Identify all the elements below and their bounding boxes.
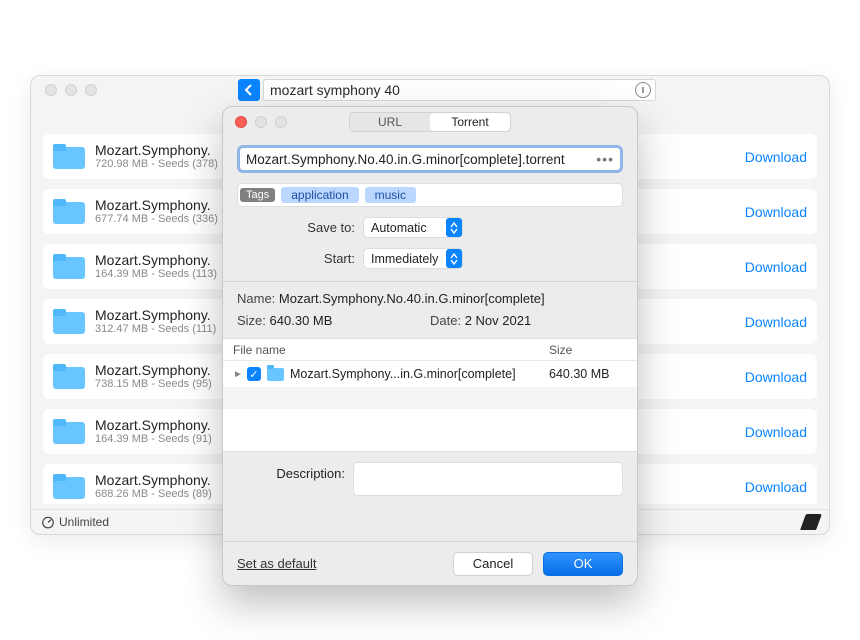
tag-chip[interactable]: application bbox=[281, 187, 358, 203]
download-link[interactable]: Download bbox=[745, 314, 807, 330]
folder-icon bbox=[53, 474, 85, 500]
files-header: File name Size bbox=[223, 339, 637, 361]
start-label: Start: bbox=[237, 251, 355, 266]
source-field[interactable]: Mozart.Symphony.No.40.in.G.minor[complet… bbox=[237, 145, 623, 173]
folder-icon bbox=[53, 144, 85, 170]
traffic-min[interactable] bbox=[65, 84, 77, 96]
description-field[interactable] bbox=[353, 462, 623, 496]
size-value: 640.30 MB bbox=[270, 313, 333, 328]
speed-limit[interactable]: Unlimited bbox=[41, 515, 109, 529]
traffic-max[interactable] bbox=[85, 84, 97, 96]
folder-icon bbox=[53, 309, 85, 335]
ok-button[interactable]: OK bbox=[543, 552, 623, 576]
date-value: 2 Nov 2021 bbox=[465, 313, 532, 328]
tab-torrent[interactable]: Torrent bbox=[430, 113, 510, 131]
folder-icon bbox=[53, 199, 85, 225]
file-checkbox[interactable]: ✓ bbox=[247, 367, 261, 381]
name-label: Name: bbox=[237, 291, 275, 306]
sheet-footer: Set as default Cancel OK bbox=[223, 541, 637, 585]
tag-chip[interactable]: music bbox=[365, 187, 416, 203]
folder-icon bbox=[53, 419, 85, 445]
source-value: Mozart.Symphony.No.40.in.G.minor[complet… bbox=[246, 152, 565, 167]
size-label: Size: bbox=[237, 313, 266, 328]
set-default-link[interactable]: Set as default bbox=[237, 556, 317, 571]
source-tabs[interactable]: URL Torrent bbox=[349, 112, 511, 132]
download-link[interactable]: Download bbox=[745, 479, 807, 495]
col-size[interactable]: Size bbox=[549, 343, 637, 357]
file-name: Mozart.Symphony...in.G.minor[complete] bbox=[290, 367, 516, 381]
eraser-icon[interactable] bbox=[800, 514, 822, 530]
download-link[interactable]: Download bbox=[745, 149, 807, 165]
download-link[interactable]: Download bbox=[745, 204, 807, 220]
speed-label: Unlimited bbox=[59, 515, 109, 529]
save-to-label: Save to: bbox=[237, 220, 355, 235]
sheet-titlebar: URL Torrent bbox=[223, 107, 637, 137]
updown-icon bbox=[446, 218, 462, 237]
updown-icon bbox=[446, 249, 462, 268]
zoom-button bbox=[275, 116, 287, 128]
name-value: Mozart.Symphony.No.40.in.G.minor[complet… bbox=[279, 291, 545, 306]
files-empty-rows bbox=[223, 387, 637, 451]
start-value: Immediately bbox=[371, 252, 438, 266]
col-filename[interactable]: File name bbox=[223, 343, 549, 357]
download-link[interactable]: Download bbox=[745, 369, 807, 385]
file-row[interactable]: ► ✓ Mozart.Symphony...in.G.minor[complet… bbox=[223, 361, 637, 387]
tags-label: Tags bbox=[240, 188, 275, 202]
chevron-left-icon bbox=[244, 84, 254, 96]
traffic-close[interactable] bbox=[45, 84, 57, 96]
more-icon[interactable]: ••• bbox=[593, 151, 617, 167]
clear-icon[interactable] bbox=[635, 82, 651, 98]
gauge-icon bbox=[41, 515, 55, 529]
download-link[interactable]: Download bbox=[745, 259, 807, 275]
minimize-button bbox=[255, 116, 267, 128]
folder-icon bbox=[53, 364, 85, 390]
divider bbox=[223, 281, 637, 282]
cancel-button[interactable]: Cancel bbox=[453, 552, 533, 576]
close-button[interactable] bbox=[235, 116, 247, 128]
file-size: 640.30 MB bbox=[549, 367, 637, 381]
download-link[interactable]: Download bbox=[745, 424, 807, 440]
folder-icon bbox=[53, 254, 85, 280]
back-button[interactable] bbox=[238, 79, 260, 101]
folder-icon bbox=[267, 368, 284, 381]
search-input[interactable]: mozart symphony 40 bbox=[263, 79, 656, 101]
tags-field[interactable]: Tags application music bbox=[237, 183, 623, 207]
save-to-value: Automatic bbox=[371, 221, 427, 235]
tab-url[interactable]: URL bbox=[350, 113, 430, 131]
files-table: File name Size ► ✓ Mozart.Symphony...in.… bbox=[223, 338, 637, 452]
description-label: Description: bbox=[237, 462, 345, 481]
add-download-sheet: URL Torrent Mozart.Symphony.No.40.in.G.m… bbox=[222, 106, 638, 586]
torrent-meta: Name: Mozart.Symphony.No.40.in.G.minor[c… bbox=[237, 288, 623, 332]
start-select[interactable]: Immediately bbox=[363, 248, 463, 269]
save-to-select[interactable]: Automatic bbox=[363, 217, 463, 238]
search-value: mozart symphony 40 bbox=[270, 82, 400, 98]
disclosure-icon[interactable]: ► bbox=[233, 369, 241, 380]
date-label: Date: bbox=[430, 313, 461, 328]
